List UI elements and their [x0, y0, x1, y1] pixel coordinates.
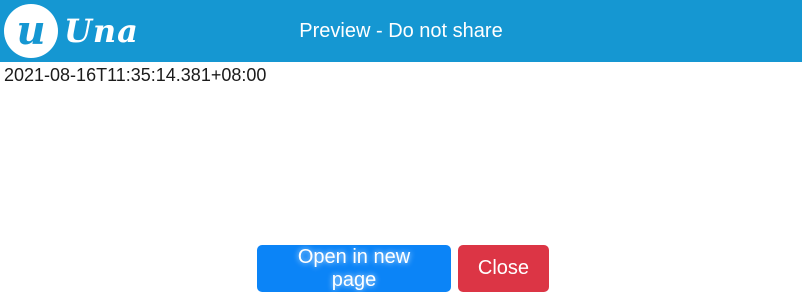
preview-page: u Una Preview - Do not share 2021-08-16T…	[0, 0, 802, 293]
logo-text: Una	[64, 12, 139, 50]
timestamp-text: 2021-08-16T11:35:14.381+08:00	[4, 65, 267, 85]
close-button[interactable]: Close	[458, 245, 549, 292]
action-buttons: Open in new page Close	[257, 245, 549, 292]
una-logo: u Una	[4, 4, 139, 58]
header-bar: u Una Preview - Do not share	[0, 0, 802, 62]
logo-badge: u	[4, 4, 58, 58]
open-in-new-page-button[interactable]: Open in new page	[257, 245, 451, 292]
logo-letter: u	[16, 7, 46, 54]
